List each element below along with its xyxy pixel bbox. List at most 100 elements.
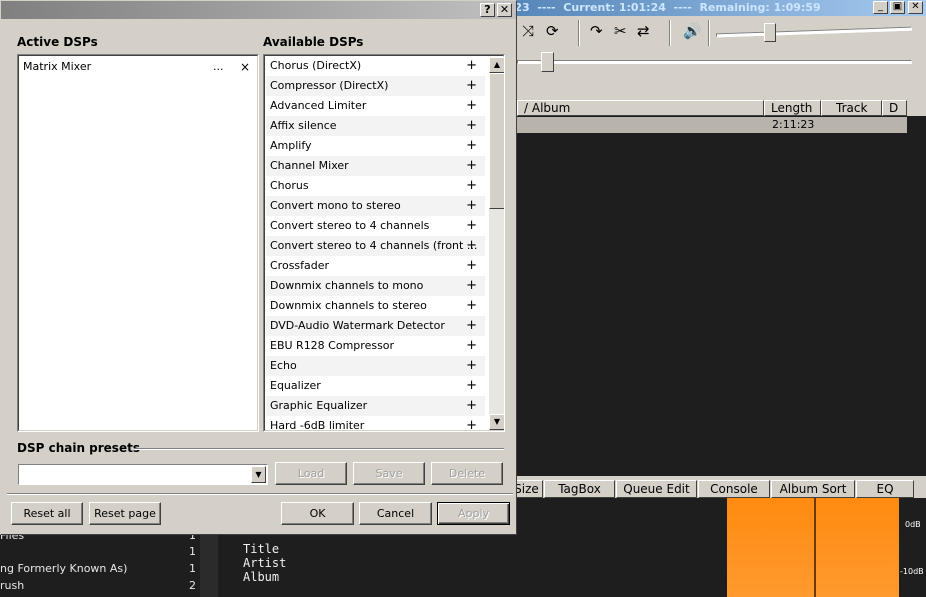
available-dsp-item[interactable]: Amplify + [266, 136, 485, 156]
load-button[interactable]: Load [275, 462, 347, 485]
tab-console[interactable]: Console [698, 480, 770, 498]
add-dsp-button[interactable]: + [466, 396, 477, 416]
available-dsp-name: Affix silence [270, 119, 337, 132]
available-dsp-name: EBU R128 Compressor [270, 339, 395, 352]
available-dsp-item[interactable]: Chorus + [266, 176, 485, 196]
add-dsp-button[interactable]: + [466, 116, 477, 136]
available-dsp-name: Convert stereo to 4 channels (front ... [270, 239, 478, 252]
available-dsp-name: Chorus (DirectX) [270, 59, 362, 72]
redo-icon[interactable]: ↷ [590, 22, 603, 40]
dialog-close-button[interactable]: ✕ [497, 3, 512, 17]
add-dsp-button[interactable]: + [466, 216, 477, 236]
available-dsp-item[interactable]: Hard -6dB limiter + [266, 416, 485, 432]
volume-slider-thumb[interactable] [764, 23, 776, 42]
active-dsp-item[interactable]: Matrix Mixer ... × [20, 57, 256, 77]
scissors-icon[interactable]: ✂ [614, 22, 627, 40]
main-title-text: :23 ---- Current: 1:01:24 ---- Remaining… [510, 1, 829, 14]
add-dsp-button[interactable]: + [466, 276, 477, 296]
reset-all-button[interactable]: Reset all [11, 502, 83, 525]
add-dsp-button[interactable]: + [466, 256, 477, 276]
active-dsps-list[interactable]: Matrix Mixer ... × [17, 54, 259, 432]
seek-bar-track[interactable] [517, 60, 912, 64]
add-dsp-button[interactable]: + [466, 296, 477, 316]
add-dsp-button[interactable]: + [466, 336, 477, 356]
save-button[interactable]: Save [353, 462, 425, 485]
seek-bar-thumb[interactable] [541, 52, 554, 72]
configure-dsp-button[interactable]: ... [213, 57, 224, 77]
add-dsp-button[interactable]: + [466, 416, 477, 431]
add-dsp-button[interactable]: + [466, 136, 477, 156]
available-dsp-item[interactable]: DVD-Audio Watermark Detector + [266, 316, 485, 336]
add-dsp-button[interactable]: + [466, 196, 477, 216]
dsp-chain-presets-label: DSP chain presets [17, 441, 140, 455]
available-dsp-item[interactable]: Downmix channels to stereo + [266, 296, 485, 316]
available-dsp-item[interactable]: Advanced Limiter + [266, 96, 485, 116]
reset-page-button[interactable]: Reset page [89, 502, 161, 525]
available-dsp-item[interactable]: Convert stereo to 4 channels (front ... + [266, 236, 485, 256]
add-dsp-button[interactable]: + [466, 356, 477, 376]
add-dsp-button[interactable]: + [466, 176, 477, 196]
add-dsp-button[interactable]: + [466, 236, 477, 256]
chevron-down-icon[interactable]: ▼ [251, 466, 266, 483]
help-button[interactable]: ? [480, 3, 495, 17]
dialog-titlebar[interactable]: ? ✕ [1, 1, 516, 19]
queue-icon[interactable]: ⇄ [637, 22, 650, 40]
minimize-button[interactable]: _ [873, 1, 888, 14]
available-dsp-name: Hard -6dB limiter [270, 419, 365, 432]
available-dsp-item[interactable]: Channel Mixer + [266, 156, 485, 176]
playlist-row[interactable]: 2:11:23 [517, 117, 907, 133]
available-dsp-item[interactable]: Echo + [266, 356, 485, 376]
ok-button[interactable]: OK [281, 502, 354, 525]
available-dsp-item[interactable]: Downmix channels to mono + [266, 276, 485, 296]
tab-tagbox[interactable]: TagBox [544, 480, 615, 498]
remove-dsp-button[interactable]: × [240, 57, 250, 77]
available-dsps-list[interactable]: Chorus (DirectX) + Compressor (DirectX) + … [263, 54, 505, 432]
volume-icon[interactable]: 🔊 [683, 22, 702, 40]
column-length[interactable]: Length [764, 100, 821, 116]
available-dsp-item[interactable]: Convert mono to stereo + [266, 196, 485, 216]
available-dsp-item[interactable]: Convert stereo to 4 channels + [266, 216, 485, 236]
add-dsp-button[interactable]: + [466, 156, 477, 176]
column-d[interactable]: D [882, 100, 907, 116]
scroll-up-button[interactable]: ▲ [489, 57, 504, 73]
available-dsps-scrollbar[interactable]: ▲ ▼ [489, 57, 504, 430]
add-dsp-button[interactable]: + [466, 96, 477, 116]
available-dsp-item[interactable]: Compressor (DirectX) + [266, 76, 485, 96]
repeat-icon[interactable]: ⟳ [546, 22, 559, 40]
dsp-dialog: ? ✕ Active DSPs Available DSPs Matrix Mi… [0, 0, 517, 535]
add-dsp-button[interactable]: + [466, 76, 477, 96]
tab-eq[interactable]: EQ [856, 480, 914, 498]
add-dsp-button[interactable]: + [466, 316, 477, 336]
tab-queue-edit[interactable]: Queue Edit [616, 480, 697, 498]
preset-dropdown[interactable]: ▼ [18, 464, 268, 485]
shuffle-icon[interactable]: ⤨ [522, 22, 534, 40]
available-dsp-item[interactable]: Affix silence + [266, 116, 485, 136]
presets-divider [134, 448, 504, 450]
tab-album-sort[interactable]: Album Sort [771, 480, 855, 498]
available-dsp-item[interactable]: Graphic Equalizer + [266, 396, 485, 416]
scroll-down-button[interactable]: ▼ [489, 414, 504, 430]
available-dsp-item[interactable]: EBU R128 Compressor + [266, 336, 485, 356]
toolbar-separator [669, 20, 671, 46]
vu-scale-10db: -10dB [900, 567, 924, 576]
available-dsp-item[interactable]: Equalizer + [266, 376, 485, 396]
apply-button[interactable]: Apply [437, 502, 510, 525]
available-dsp-item[interactable]: Crossfader + [266, 256, 485, 276]
list-item[interactable]: rush 2 [0, 578, 200, 594]
cancel-button[interactable]: Cancel [359, 502, 432, 525]
delete-button[interactable]: Delete [431, 462, 503, 485]
panel-splitter[interactable] [200, 535, 218, 597]
available-dsp-item[interactable]: Chorus (DirectX) + [266, 56, 485, 76]
column-album[interactable]: / Album [517, 100, 764, 116]
playlist-area[interactable] [517, 116, 926, 476]
list-item[interactable]: 1 [0, 544, 200, 560]
available-dsp-name: Convert stereo to 4 channels [270, 219, 430, 232]
maximize-button[interactable]: ▣ [890, 1, 905, 14]
scroll-thumb[interactable] [489, 73, 504, 209]
add-dsp-button[interactable]: + [466, 376, 477, 396]
main-close-button[interactable]: ✕ [908, 1, 923, 14]
available-dsp-name: Echo [270, 359, 297, 372]
list-item[interactable]: ng Formerly Known As) 1 [0, 561, 200, 577]
add-dsp-button[interactable]: + [466, 56, 477, 76]
column-track[interactable]: Track [821, 100, 882, 116]
